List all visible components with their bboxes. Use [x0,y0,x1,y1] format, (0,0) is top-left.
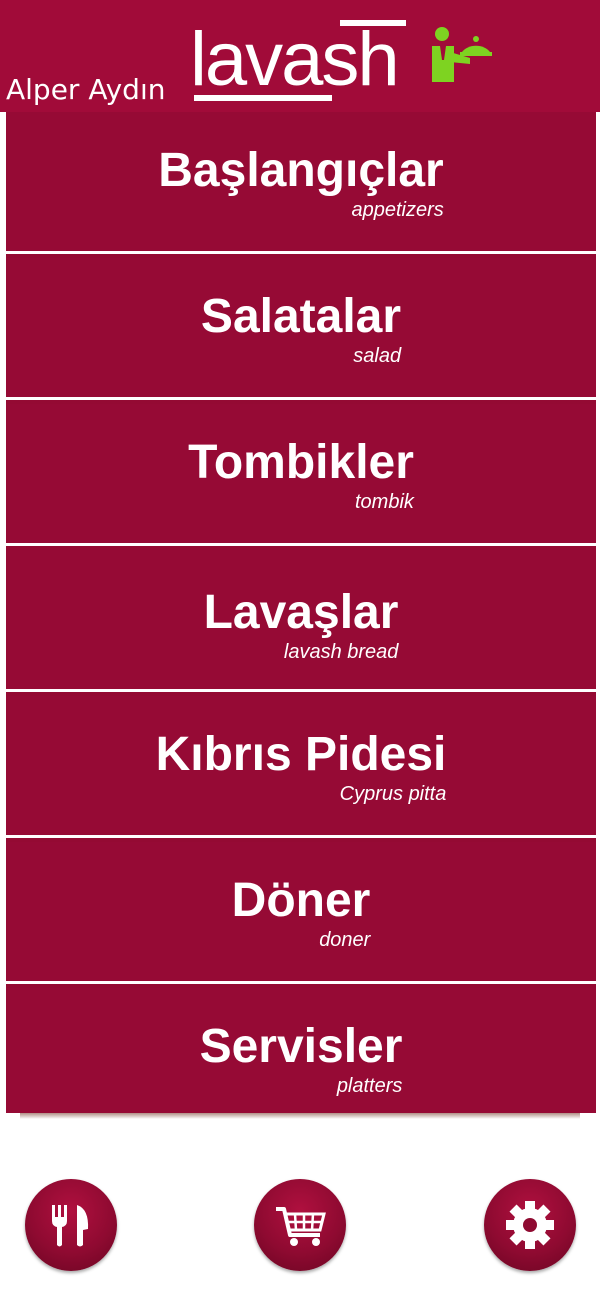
bottom-nav [0,1113,600,1299]
settings-button[interactable] [484,1179,576,1271]
user-name[interactable]: Alper Aydın [6,72,165,108]
menu-right-edge [596,112,600,1113]
category-subtitle: Cyprus pitta [339,783,447,805]
category-title: Kıbrıs Pidesi [155,728,447,781]
category-menu: Başlangıçlar appetizers Salatalar salad … [6,112,596,1113]
category-title: Döner [231,874,371,927]
category-title: Lavaşlar [203,586,399,639]
category-subtitle: tombik [355,491,414,513]
category-title: Tombikler [188,436,414,489]
category-subtitle: platters [336,1075,403,1097]
lavash-logo: lavash [190,14,415,106]
shopping-cart-icon [276,1207,326,1246]
category-subtitle: lavash bread [283,641,399,663]
logo-text: lavash [190,17,400,102]
waiter-serving-icon[interactable] [430,26,494,84]
category-platters[interactable]: Servisler platters [6,988,596,1113]
category-title: Başlangıçlar [158,144,444,197]
fork-knife-icon [52,1205,89,1247]
app-header: Alper Aydın lavash [0,0,600,112]
menu-button[interactable] [25,1179,117,1271]
category-cyprus-pitta[interactable]: Kıbrıs Pidesi Cyprus pitta [6,696,596,838]
category-salad[interactable]: Salatalar salad [6,258,596,400]
category-title: Servisler [199,1020,403,1073]
category-subtitle: doner [319,929,371,951]
category-tombik[interactable]: Tombikler tombik [6,404,596,546]
logo-bar-bottom [194,95,332,101]
category-subtitle: salad [353,345,402,367]
category-subtitle: appetizers [351,199,444,221]
category-title: Salatalar [200,290,402,343]
category-doner[interactable]: Döner doner [6,842,596,984]
gear-icon [506,1201,554,1249]
category-appetizers[interactable]: Başlangıçlar appetizers [6,112,596,254]
category-lavash-bread[interactable]: Lavaşlar lavash bread [6,550,596,692]
cart-button[interactable] [254,1179,346,1271]
